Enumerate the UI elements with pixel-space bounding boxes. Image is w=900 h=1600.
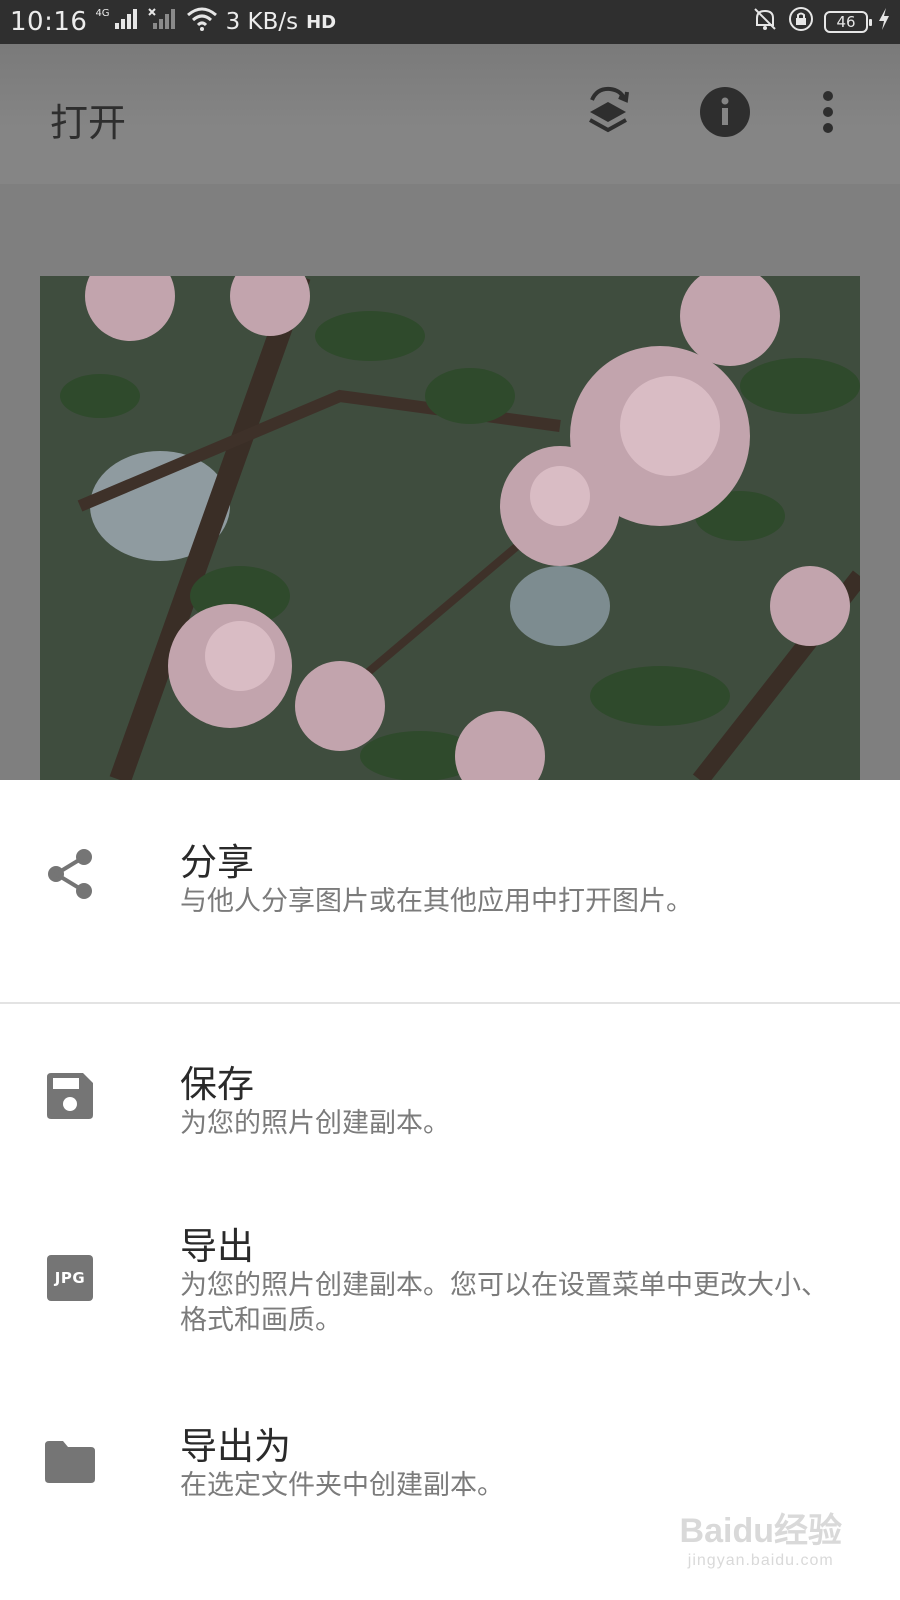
layers-history-button[interactable] <box>580 84 636 140</box>
info-icon <box>700 87 750 137</box>
status-bar: 10:16 4G 3 KB/s HD 46 <box>0 0 900 44</box>
mute-icon <box>752 6 778 38</box>
wifi-icon <box>186 7 218 37</box>
more-vert-icon <box>823 91 833 133</box>
more-options-button[interactable] <box>800 84 856 140</box>
sheet-item-title: 导出 <box>180 1225 254 1268</box>
app-bar: 打开 <box>0 44 900 184</box>
signal-icon <box>114 8 140 36</box>
sheet-item-title: 导出为 <box>180 1425 291 1468</box>
watermark-url: jingyan.baidu.com <box>687 1552 834 1569</box>
app-background: 打开 <box>0 44 900 780</box>
jpg-icon: JPG <box>44 1252 96 1304</box>
photo-preview <box>40 276 860 780</box>
sheet-item-title: 分享 <box>180 841 254 884</box>
share-export-sheet: 分享 与他人分享图片或在其他应用中打开图片。 保存 为您的照片创建副本。 JPG… <box>0 780 900 1600</box>
share-icon <box>44 848 96 900</box>
layers-history-icon <box>589 86 629 133</box>
watermark: Baidu经验 jingyan.baidu.com <box>680 1503 842 1570</box>
sheet-item-export[interactable]: JPG 导出 为您的照片创建副本。您可以在设置菜单中更改大小、格式和画质。 <box>0 1194 900 1394</box>
network-speed: 3 KB/s <box>225 9 299 35</box>
sheet-item-subtitle: 在选定文件夹中创建副本。 <box>180 1470 504 1501</box>
screen: 10:16 4G 3 KB/s HD 46 打开 分享 与他人分享图片或在其他应… <box>0 0 900 1600</box>
network-type: 4G <box>95 8 110 19</box>
folder-icon <box>44 1436 96 1488</box>
sheet-item-title: 保存 <box>180 1063 254 1106</box>
sheet-item-subtitle: 与他人分享图片或在其他应用中打开图片。 <box>180 886 693 917</box>
sheet-item-subtitle: 为您的照片创建副本。 <box>180 1108 450 1139</box>
sheet-item-share[interactable]: 分享 与他人分享图片或在其他应用中打开图片。 <box>0 780 900 1002</box>
sheet-item-subtitle: 为您的照片创建副本。您可以在设置菜单中更改大小、格式和画质。 <box>180 1270 828 1336</box>
app-title[interactable]: 打开 <box>50 92 126 147</box>
hd-label: HD <box>306 11 337 33</box>
sheet-item-save[interactable]: 保存 为您的照片创建副本。 <box>0 1004 900 1194</box>
charging-icon <box>878 7 890 37</box>
jpg-icon-label: JPG <box>47 1255 93 1301</box>
watermark-brand: Baidu经验 <box>679 1512 842 1550</box>
signal-off-icon <box>147 8 178 36</box>
battery-icon: 46 <box>824 11 872 33</box>
status-time: 10:16 <box>10 7 88 37</box>
info-button[interactable] <box>697 84 753 140</box>
save-icon <box>44 1070 96 1122</box>
lock-rotation-icon <box>788 6 814 38</box>
